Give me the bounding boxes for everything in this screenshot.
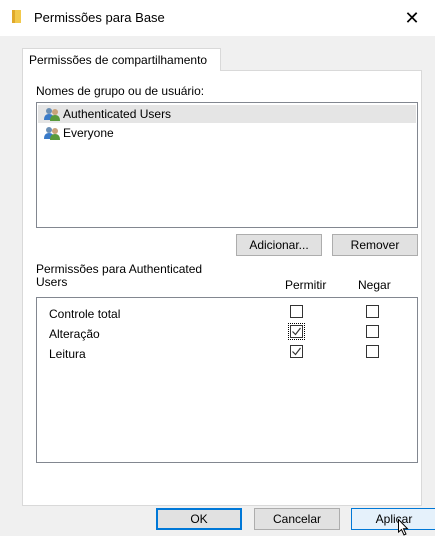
allow-checkbox-read[interactable] (290, 345, 303, 358)
apply-button[interactable]: Aplicar (351, 508, 435, 530)
tab-label: Permissões de compartilhamento (29, 53, 208, 67)
allow-checkbox-modify[interactable] (288, 323, 305, 340)
allow-column-header: Permitir (285, 278, 327, 292)
user-name: Authenticated Users (63, 107, 172, 121)
permission-name: Alteração (49, 327, 100, 341)
users-icon (44, 127, 60, 140)
folder-icon (12, 10, 21, 23)
cancel-button[interactable]: Cancelar (254, 508, 340, 530)
add-button[interactable]: Adicionar... (236, 234, 322, 256)
permission-row-full-control: Controle total (37, 302, 417, 322)
remove-button[interactable]: Remover (332, 234, 418, 256)
title-bar: Permissões para Base ✕ (0, 0, 435, 36)
allow-checkbox-full-control[interactable] (290, 305, 303, 318)
permission-name: Controle total (49, 307, 121, 321)
permissions-label-line2: Users (36, 275, 68, 289)
deny-checkbox-full-control[interactable] (366, 305, 379, 318)
users-icon (44, 108, 60, 121)
ok-button[interactable]: OK (156, 508, 242, 530)
deny-checkbox-read[interactable] (366, 345, 379, 358)
permission-name: Leitura (49, 347, 86, 361)
window-title: Permissões para Base (34, 10, 165, 25)
list-item-authenticated-users[interactable]: Authenticated Users (38, 105, 416, 123)
check-icon (292, 327, 301, 336)
close-button[interactable]: ✕ (389, 0, 435, 36)
users-list[interactable]: Authenticated Users Everyone (36, 102, 418, 228)
permissions-table: Controle total Alteração Leitura (36, 297, 418, 463)
deny-column-header: Negar (358, 278, 391, 292)
permission-row-read: Leitura (37, 342, 417, 362)
permissions-label: Permissões para Authenticated Users (36, 263, 202, 289)
check-icon (292, 347, 301, 356)
deny-checkbox-modify[interactable] (366, 325, 379, 338)
tab-sharing-permissions[interactable]: Permissões de compartilhamento (22, 48, 221, 71)
close-icon: ✕ (404, 7, 420, 28)
user-name: Everyone (63, 126, 114, 140)
permission-row-modify: Alteração (37, 322, 417, 342)
mouse-cursor-icon (398, 519, 409, 536)
list-item-everyone[interactable]: Everyone (38, 124, 416, 142)
group-names-label: Nomes de grupo ou de usuário: (36, 84, 205, 98)
